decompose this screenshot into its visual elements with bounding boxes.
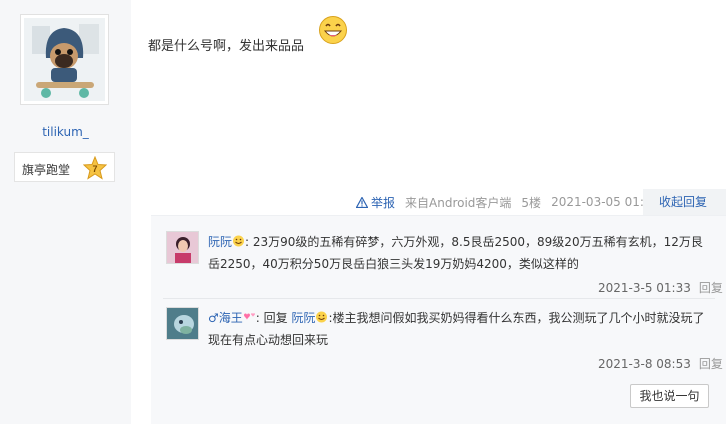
reply-meta-2: 2021-3-8 08:53 回复 [598, 355, 723, 372]
post-content: 都是什么号啊，发出来品品 [148, 39, 305, 54]
warning-icon [356, 196, 368, 208]
reply-username[interactable]: ♂海王 [208, 311, 243, 325]
level-star-icon: 7 [83, 156, 107, 180]
reply-avatar-1[interactable] [166, 231, 199, 264]
level-name: 旗亭跑堂 [22, 163, 71, 177]
reply-content: : 23万90级的五稀有碎梦，六万外观，8.5艮岳2500，89级20万五稀有玄… [208, 235, 703, 271]
reply-avatar-2[interactable] [166, 307, 199, 340]
reply-to-username[interactable]: 阮阮 [291, 311, 315, 325]
report-label: 举报 [371, 195, 396, 210]
post-meta-row: 举报 来自Android客户端 5楼 2021-03-05 01:29 [356, 193, 659, 211]
grin-emoji-icon [319, 16, 347, 44]
reply-action-link[interactable]: 回复 [699, 357, 723, 371]
reply-username[interactable]: 阮阮 [208, 235, 232, 249]
reply-text-1: 阮阮: 23万90级的五稀有碎梦，六万外观，8.5艮岳2500，89级20万五稀… [208, 231, 713, 275]
reply-time: 2021-3-8 08:53 [598, 357, 691, 371]
reply-divider [163, 298, 715, 299]
hearts-icon [243, 313, 255, 320]
collapse-replies-button[interactable]: 收起回复 [643, 189, 726, 215]
floor-number: 5楼 [521, 195, 542, 210]
pug-avatar-image [24, 18, 105, 101]
reply-text-2: ♂海王: 回复 阮阮:楼主我想问假如我买奶妈得看什么东西，我公测玩了几个小时就没… [208, 311, 705, 347]
reply-word: 回复 [263, 311, 288, 325]
user-sidebar: tilikum_ 旗亭跑堂 7 [0, 0, 131, 424]
user-level-badge[interactable]: 旗亭跑堂 7 [14, 152, 115, 182]
reply-time: 2021-3-5 01:33 [598, 281, 691, 295]
reply-meta-1: 2021-3-5 01:33 回复 [598, 279, 723, 296]
reply-action-link[interactable]: 回复 [699, 281, 723, 295]
smile-emoji-icon [233, 235, 245, 247]
avatar[interactable] [20, 14, 109, 105]
level-number: 7 [92, 164, 97, 174]
report-link[interactable]: 举报 [356, 194, 395, 211]
smile-emoji-icon [316, 311, 328, 323]
client-source: 来自Android客户端 [405, 195, 512, 210]
username-link[interactable]: tilikum_ [0, 125, 131, 139]
add-comment-button[interactable]: 我也说一句 [630, 384, 709, 408]
